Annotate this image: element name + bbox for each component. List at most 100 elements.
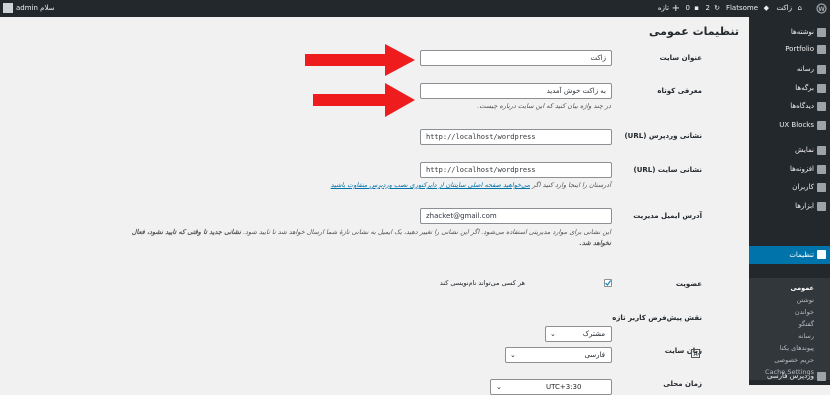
chevron-down-icon: ⌄ [510, 351, 516, 359]
membership-label: عضویت [675, 280, 702, 288]
chevron-down-icon: ⌄ [550, 330, 556, 338]
default-role-label: نقش پیش‌فرض کاربر تازه [612, 314, 702, 322]
site-language-select[interactable]: فارسی ⌄ [505, 347, 612, 363]
menu-comments[interactable]: دیدگاه‌ها [749, 98, 830, 115]
site-address-input[interactable]: http://localhost/wordpress [420, 162, 612, 178]
submenu-writing[interactable]: نوشتن [796, 296, 814, 304]
theme-icon: ◆ [763, 4, 769, 12]
menu-appearance[interactable]: نمایش [749, 142, 830, 159]
admin-email-description: این نشانی برای موارد مدیریتی استفاده می‌… [132, 228, 611, 236]
submenu-media[interactable]: رسانه [798, 332, 814, 340]
home-icon: ⌂ [797, 4, 802, 12]
settings-content: تنظیمات عمومی عنوان سایت زاکت معرفی کوتا… [0, 17, 749, 395]
menu-label: وردپرس فارسی [766, 372, 814, 380]
pin-icon [817, 28, 826, 37]
page-title: تنظیمات عمومی [649, 25, 739, 38]
submenu-privacy[interactable]: حریم خصوصی [774, 356, 814, 364]
membership-checkbox-label[interactable]: هر کسی می‌تواند نام‌نویسی کند [440, 279, 525, 287]
submenu-permalinks[interactable]: پیوندهای یکتا [780, 344, 814, 352]
svg-text:W: W [818, 6, 825, 13]
tagline-label: معرفی کوتاه [657, 87, 702, 95]
updates-count[interactable]: 2 [706, 0, 710, 17]
comments-count[interactable]: 0 [686, 0, 690, 17]
menu-posts[interactable]: نوشته‌ها [749, 24, 830, 41]
tagline-description: در چند واژه بیان کنید که این سایت درباره… [477, 102, 611, 110]
wordpress-logo-icon[interactable]: W [816, 0, 827, 17]
wp-persian-icon [817, 372, 826, 381]
settings-submenu: عمومی نوشتن خواندن گفتگو رسانه پیوندهای … [749, 278, 830, 380]
menu-label: تنظیمات [789, 251, 814, 259]
menu-ux-blocks[interactable]: UX Blocks [749, 117, 830, 134]
users-icon [817, 183, 826, 192]
menu-settings[interactable]: تنظیمات [749, 246, 830, 264]
wp-address-label: نشانی وردپرس (URL) [624, 132, 702, 140]
account-greeting[interactable]: سلام admin [16, 0, 55, 17]
menu-users[interactable]: کاربران [749, 179, 830, 196]
menu-label: دیدگاه‌ها [790, 102, 814, 110]
tools-icon [817, 202, 826, 211]
admin-email-description-text: این نشانی برای موارد مدیریتی استفاده می‌… [243, 228, 611, 236]
admin-sidebar: نوشته‌ها Portfolio رسانه برگه‌ها دیدگاه‌… [749, 17, 830, 385]
comments-icon [817, 102, 826, 111]
menu-label: برگه‌ها [795, 84, 814, 92]
username: admin [16, 4, 38, 12]
greeting-text: سلام [40, 4, 55, 12]
admin-email-description-bold-end: نخواهد شد. [579, 239, 611, 247]
menu-tools[interactable]: ابزارها [749, 198, 830, 215]
translate-icon: A [691, 349, 700, 358]
admin-email-description-bold: نشانی جدید تا وقتی که تایید نشود، فعال [131, 228, 241, 236]
submenu-discussion[interactable]: گفتگو [799, 320, 814, 328]
portfolio-icon [817, 45, 826, 54]
comments-icon: ▪ [694, 4, 699, 12]
menu-portfolio[interactable]: Portfolio [749, 41, 830, 58]
menu-label: UX Blocks [779, 121, 814, 129]
site-title-label: عنوان سایت [659, 54, 702, 62]
site-name-link[interactable]: زاکت [776, 0, 792, 17]
menu-label: رسانه [796, 65, 814, 73]
annotation-arrow [305, 44, 415, 76]
menu-label: کاربران [792, 183, 814, 191]
menu-label: Portfolio [785, 45, 814, 53]
menu-wp-persian[interactable]: وردپرس فارسی [749, 368, 830, 385]
admin-email-label: آدرس ایمیل مدیریت [633, 212, 702, 220]
site-address-help-link[interactable]: می‌خواهید صفحه اصلی سایتتان از دایرکتوری… [331, 181, 530, 189]
menu-label: نوشته‌ها [790, 28, 814, 36]
blocks-icon [817, 121, 826, 130]
submenu-reading[interactable]: خواندن [795, 308, 814, 316]
site-address-description-text: آدرستان را اینجا وارد کنید اگر [530, 181, 611, 189]
menu-media[interactable]: رسانه [749, 61, 830, 78]
site-language-value: فارسی [584, 351, 605, 359]
new-content-link[interactable]: تازه [658, 0, 669, 17]
membership-checkbox[interactable] [604, 279, 612, 287]
menu-label: ابزارها [795, 202, 814, 210]
admin-bar: W ⌂ زاکت ◆ Flatsome ↻ 2 ▪ 0 + تازه سلام … [0, 0, 830, 17]
site-title-input[interactable]: زاکت [420, 50, 612, 66]
menu-plugins[interactable]: افزونه‌ها [749, 161, 830, 178]
annotation-arrow [313, 83, 415, 117]
menu-label: نمایش [794, 146, 814, 154]
appearance-icon [817, 146, 826, 155]
site-address-description: آدرستان را اینجا وارد کنید اگر می‌خواهید… [331, 181, 611, 189]
chevron-down-icon: ⌄ [496, 383, 502, 391]
timezone-select[interactable]: UTC+3:30 ⌄ [490, 379, 612, 395]
menu-pages[interactable]: برگه‌ها [749, 80, 830, 97]
site-address-label: نشانی سایت (URL) [633, 166, 702, 174]
tagline-input[interactable]: به زاکت خوش آمدید [420, 83, 612, 99]
admin-email-description-line2: نخواهد شد. [579, 239, 611, 247]
timezone-label: زمان محلی [663, 380, 702, 388]
admin-email-input[interactable]: zhacket@gmail.com [420, 208, 612, 224]
settings-icon [817, 250, 826, 259]
default-role-select[interactable]: مشترک ⌄ [545, 326, 612, 342]
plus-icon: + [671, 3, 680, 14]
default-role-value: مشترک [582, 330, 605, 338]
media-icon [817, 65, 826, 74]
plugins-icon [817, 165, 826, 174]
submenu-general[interactable]: عمومی [791, 284, 814, 292]
wp-address-input[interactable]: http://localhost/wordpress [420, 129, 612, 145]
avatar[interactable] [3, 0, 13, 17]
theme-link[interactable]: Flatsome [726, 0, 758, 17]
updates-icon: ↻ [714, 4, 720, 12]
menu-label: افزونه‌ها [789, 165, 814, 173]
timezone-value: UTC+3:30 [546, 383, 582, 391]
page-icon [817, 84, 826, 93]
